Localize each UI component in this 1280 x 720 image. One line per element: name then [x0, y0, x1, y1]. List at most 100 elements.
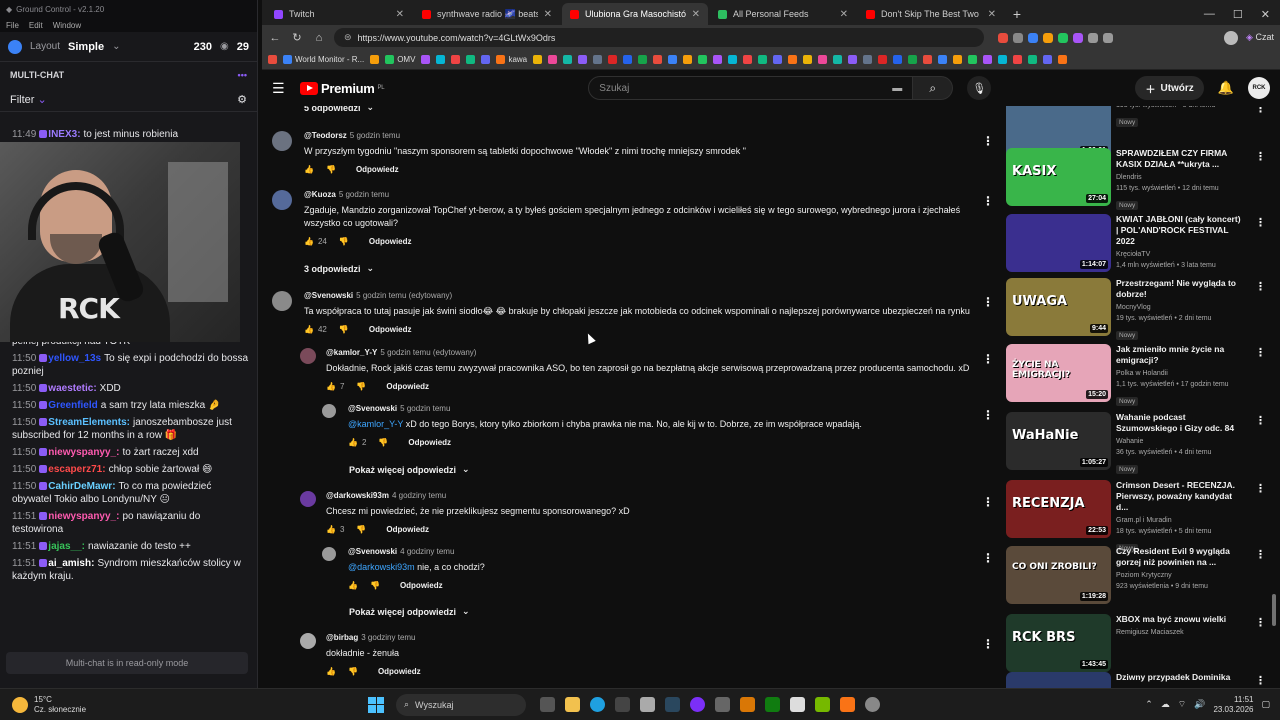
video-menu-icon[interactable]: ⋮	[1255, 616, 1266, 629]
bookmark-icon[interactable]	[451, 55, 461, 64]
search-button[interactable]: ⌕	[913, 76, 954, 100]
video-menu-icon[interactable]: ⋮	[1255, 346, 1266, 359]
task-view-icon[interactable]	[540, 697, 555, 712]
new-tab-button[interactable]: +	[1006, 3, 1028, 25]
comment-time[interactable]: 5 godzin temu	[339, 190, 389, 199]
comment-mention[interactable]: @darkowski93m	[348, 562, 415, 572]
replies-toggle[interactable]: 3 odpowiedzi ⌄	[304, 263, 374, 274]
comment-time[interactable]: 3 godziny temu	[361, 633, 415, 642]
like-icon[interactable]: 👍	[326, 382, 336, 391]
video-menu-icon[interactable]: ⋮	[1255, 216, 1266, 229]
reload-icon[interactable]: ↻	[290, 31, 304, 44]
extension-icon[interactable]	[1043, 32, 1053, 43]
dislike-icon[interactable]: 👎	[378, 438, 388, 447]
comment-menu-icon[interactable]: ⋮	[982, 637, 994, 651]
menu-hamburger-icon[interactable]: ☰	[272, 80, 286, 97]
bookmark-icon[interactable]	[788, 55, 798, 64]
browser-tab[interactable]: All Personal Feeds ✕	[710, 3, 856, 25]
dislike-icon[interactable]: 👎	[356, 382, 366, 391]
app-icon[interactable]	[840, 697, 855, 712]
video-thumbnail[interactable]: RECENZJA 22:53	[1006, 480, 1111, 538]
video-menu-icon[interactable]: ⋮	[1255, 280, 1266, 293]
bookmark-icon[interactable]	[436, 55, 446, 64]
comment-menu-icon[interactable]: ⋮	[982, 134, 994, 148]
scrollbar-thumb[interactable]	[1272, 594, 1276, 626]
steam-icon[interactable]	[665, 697, 680, 712]
comment-author[interactable]: @Teodorsz	[304, 131, 347, 140]
comment-time[interactable]: 5 godzin temu	[400, 404, 450, 413]
home-icon[interactable]: ⌂	[312, 32, 326, 44]
taskbar-search[interactable]: ⌕ Wyszukaj	[396, 693, 526, 716]
settings-gear-icon[interactable]: ⚙	[237, 93, 247, 106]
bookmark-icon[interactable]	[268, 55, 277, 64]
video-title[interactable]: KWIAT JABŁONI (cały koncert) | POL'AND'R…	[1116, 214, 1244, 247]
bookmark-icon[interactable]	[421, 55, 431, 64]
recommended-video[interactable]: 1:14:07 KWIAT JABŁONI (cały koncert) | PO…	[1006, 214, 1268, 276]
comment-menu-icon[interactable]: ⋮	[982, 194, 994, 208]
comment-author[interactable]: @kamlor_Y-Y	[326, 348, 377, 357]
bookmark-icon[interactable]	[818, 55, 828, 64]
video-title[interactable]: Przestrzegam! Nie wygląda to dobrze!	[1116, 278, 1244, 300]
more-icon[interactable]: •••	[238, 70, 247, 80]
nvidia-icon[interactable]	[815, 697, 830, 712]
bookmark-icon[interactable]	[1028, 55, 1038, 64]
comment-mention[interactable]: @kamlor_Y-Y	[348, 419, 403, 429]
chat-username[interactable]: INEX3:	[48, 129, 80, 140]
video-title[interactable]: Czy Resident Evil 9 wygląda gorzej niż p…	[1116, 546, 1244, 568]
bookmark-icon[interactable]	[638, 55, 648, 64]
video-menu-icon[interactable]: ⋮	[1255, 674, 1266, 687]
dislike-icon[interactable]: 👎	[348, 667, 358, 676]
bookmark-icon[interactable]	[563, 55, 573, 64]
video-title[interactable]: Dziwny przypadek Dominika	[1116, 672, 1244, 683]
like-icon[interactable]: 👍	[348, 438, 358, 447]
bookmark-icon[interactable]	[983, 55, 993, 64]
recommended-video[interactable]: WaHaNie 1:05:27 Wahanie podcast Szumowskie…	[1006, 412, 1268, 474]
file-explorer-icon[interactable]	[565, 697, 580, 712]
video-channel[interactable]: KręciołaTV	[1116, 249, 1244, 260]
video-title[interactable]: Crimson Desert - RECENZJA. Pierwszy, pow…	[1116, 480, 1244, 513]
like-icon[interactable]: 👍	[348, 581, 358, 590]
bookmark-icon[interactable]	[653, 55, 663, 64]
bookmark-icon[interactable]	[533, 55, 543, 64]
bookmark-icon[interactable]	[1058, 55, 1068, 64]
comment-time[interactable]: 5 godzin temu (edytowany)	[356, 291, 452, 300]
chat-username[interactable]: waestetic:	[48, 383, 96, 394]
menu-edit[interactable]: Edit	[29, 21, 43, 30]
avatar[interactable]	[322, 404, 336, 418]
voice-search-button[interactable]: 🎙	[967, 76, 992, 100]
edge-icon[interactable]	[590, 697, 605, 712]
volume-icon[interactable]: 🔊	[1194, 699, 1205, 710]
avatar[interactable]	[272, 291, 292, 311]
comment-author[interactable]: @Svenowski	[348, 404, 397, 413]
site-info-icon[interactable]: ⊜	[344, 32, 352, 43]
dislike-icon[interactable]: 👎	[370, 581, 380, 590]
reply-button[interactable]: Odpowiedz	[408, 438, 451, 447]
chat-username[interactable]: StreamElements:	[48, 417, 130, 428]
video-thumbnail[interactable]: RCK BRS 1:43:45	[1006, 614, 1111, 672]
video-thumbnail[interactable]	[1006, 672, 1111, 688]
bookmark-icon[interactable]	[608, 55, 618, 64]
like-icon[interactable]: 👍	[304, 325, 314, 334]
recommended-video[interactable]: RECENZJA 22:53 Crimson Desert - RECENZJA. …	[1006, 480, 1268, 553]
browser-tab[interactable]: Don't Skip The Best Two Handed W ✕	[858, 3, 1004, 25]
maps-icon[interactable]	[715, 697, 730, 712]
video-title[interactable]: Jak zmieniło mnie życie na emigracji?	[1116, 344, 1244, 366]
recommended-video[interactable]: ŻYCIE NA EMIGRACJI? 15:20 Jak zmieniło mni…	[1006, 344, 1268, 406]
chat-username[interactable]: niewyspanyy_:	[48, 447, 119, 458]
app-icon[interactable]	[690, 697, 705, 712]
extension-icon[interactable]	[1073, 32, 1083, 43]
bookmark-icon[interactable]	[878, 55, 888, 64]
extension-icon[interactable]	[998, 32, 1008, 43]
comment-time[interactable]: 5 godzin temu (edytowany)	[380, 348, 476, 357]
extension-icon[interactable]	[1103, 32, 1113, 43]
comment-menu-icon[interactable]: ⋮	[982, 352, 994, 366]
video-channel[interactable]: Wahanie	[1116, 436, 1244, 447]
wifi-icon[interactable]: ⌔	[1178, 699, 1186, 710]
avatar[interactable]	[322, 547, 336, 561]
bookmark-icon[interactable]	[848, 55, 858, 64]
reply-button[interactable]: Odpowiedz	[369, 237, 412, 246]
bookmark-item[interactable]: World Monitor - R...	[283, 55, 364, 64]
dislike-icon[interactable]: 👎	[339, 237, 349, 246]
extension-icon[interactable]	[1058, 32, 1068, 43]
browser-tab[interactable]: Twitch ✕	[266, 3, 412, 25]
